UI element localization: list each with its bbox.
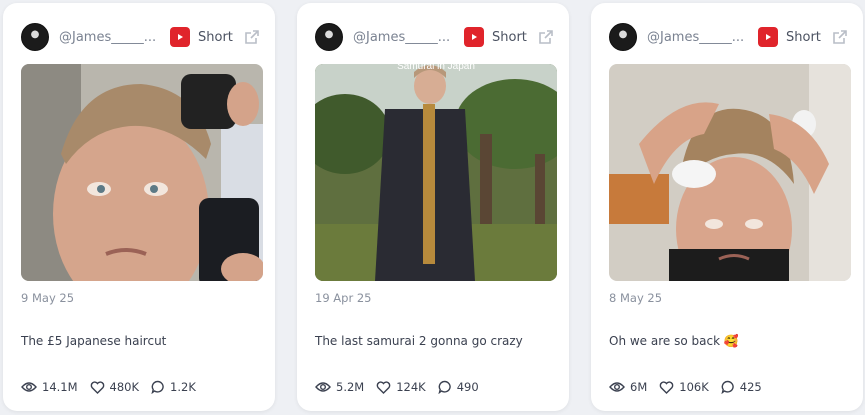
external-link-icon[interactable] (243, 28, 261, 46)
comment-icon (721, 380, 734, 394)
avatar[interactable] (609, 23, 637, 51)
eye-icon (609, 382, 625, 392)
card-header: @James_____... Short (609, 21, 849, 53)
external-link-icon[interactable] (537, 28, 555, 46)
views-stat: 14.1M (21, 380, 78, 394)
comments-count: 490 (456, 380, 479, 394)
youtube-icon (170, 27, 190, 47)
post-caption: The £5 Japanese haircut (21, 334, 167, 348)
likes-count: 124K (396, 380, 426, 394)
post-date: 19 Apr 25 (315, 291, 372, 305)
post-card[interactable]: @James_____... Short Samurai in Japan 19… (297, 3, 569, 411)
comments-count: 425 (739, 380, 762, 394)
external-link-icon[interactable] (831, 28, 849, 46)
post-caption: Oh we are so back 🥰 (609, 334, 739, 348)
engagement-stats: 6M 106K 425 (609, 380, 774, 394)
card-header: @James_____... Short (21, 21, 261, 53)
thumbnail-overlay-text: Samurai in Japan (397, 64, 475, 72)
comments-stat: 425 (721, 380, 762, 394)
views-count: 14.1M (42, 380, 78, 394)
video-thumbnail[interactable]: Samurai in Japan (315, 64, 557, 281)
post-card[interactable]: @James_____... Short 9 May 25 The £5 Jap… (3, 3, 275, 411)
post-date: 9 May 25 (21, 291, 75, 305)
engagement-stats: 5.2M 124K 490 (315, 380, 491, 394)
likes-stat: 124K (376, 380, 426, 394)
post-card[interactable]: @James_____... Short 8 May 25 Oh we are … (591, 3, 863, 411)
video-thumbnail[interactable] (21, 64, 263, 281)
creator-handle[interactable]: @James_____... (59, 30, 164, 45)
creator-handle[interactable]: @James_____... (353, 30, 458, 45)
heart-icon (376, 380, 391, 394)
views-count: 5.2M (336, 380, 365, 394)
video-thumbnail[interactable] (609, 64, 851, 281)
post-type-label: Short (198, 29, 233, 45)
eye-icon (315, 382, 331, 392)
likes-count: 106K (679, 380, 709, 394)
comments-stat: 490 (438, 380, 479, 394)
heart-icon (659, 380, 674, 394)
avatar[interactable] (315, 23, 343, 51)
post-caption: The last samurai 2 gonna go crazy (315, 334, 523, 348)
post-date: 8 May 25 (609, 291, 663, 305)
comments-stat: 1.2K (151, 380, 196, 394)
likes-stat: 106K (659, 380, 709, 394)
likes-stat: 480K (90, 380, 140, 394)
youtube-icon (464, 27, 484, 47)
avatar[interactable] (21, 23, 49, 51)
youtube-icon (758, 27, 778, 47)
comments-count: 1.2K (170, 380, 196, 394)
eye-icon (21, 382, 37, 392)
creator-handle[interactable]: @James_____... (647, 30, 752, 45)
views-stat: 6M (609, 380, 647, 394)
card-header: @James_____... Short (315, 21, 555, 53)
engagement-stats: 14.1M 480K 1.2K (21, 380, 208, 394)
views-stat: 5.2M (315, 380, 364, 394)
likes-count: 480K (109, 380, 140, 394)
heart-icon (90, 380, 104, 394)
comment-icon (438, 380, 451, 394)
post-type-label: Short (786, 29, 821, 45)
comment-icon (151, 380, 164, 394)
views-count: 6M (630, 380, 648, 394)
post-type-label: Short (492, 29, 527, 45)
